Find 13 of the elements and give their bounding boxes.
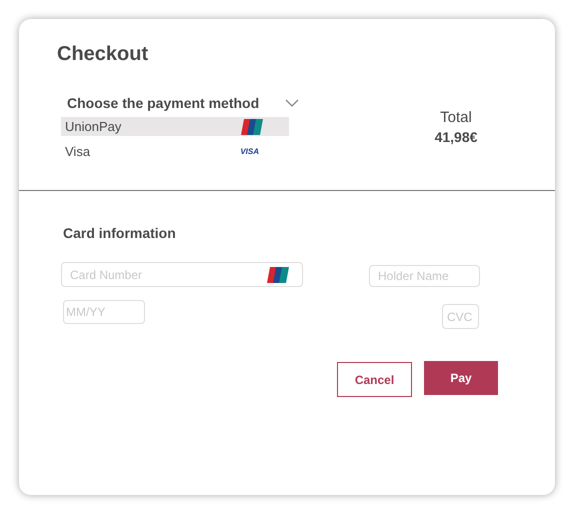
unionpay-logo-icon <box>241 118 263 134</box>
payment-option[interactable]: UnionPay <box>61 117 289 136</box>
cancel-button[interactable]: Cancel <box>337 362 412 397</box>
pay-button[interactable]: Pay <box>424 361 498 395</box>
card-information-heading: Card information <box>63 225 176 241</box>
unionpay-logo-icon <box>267 267 289 283</box>
total-amount: 41,98€ <box>434 129 478 145</box>
total-label: Total <box>440 109 472 126</box>
visa-logo: VISA <box>240 147 259 156</box>
payment-option[interactable]: Visa VISA <box>61 142 289 161</box>
chevron-icon[interactable] <box>285 99 299 107</box>
payment-method-heading: Choose the payment method <box>67 95 260 111</box>
checkout-title: Checkout <box>57 43 148 66</box>
